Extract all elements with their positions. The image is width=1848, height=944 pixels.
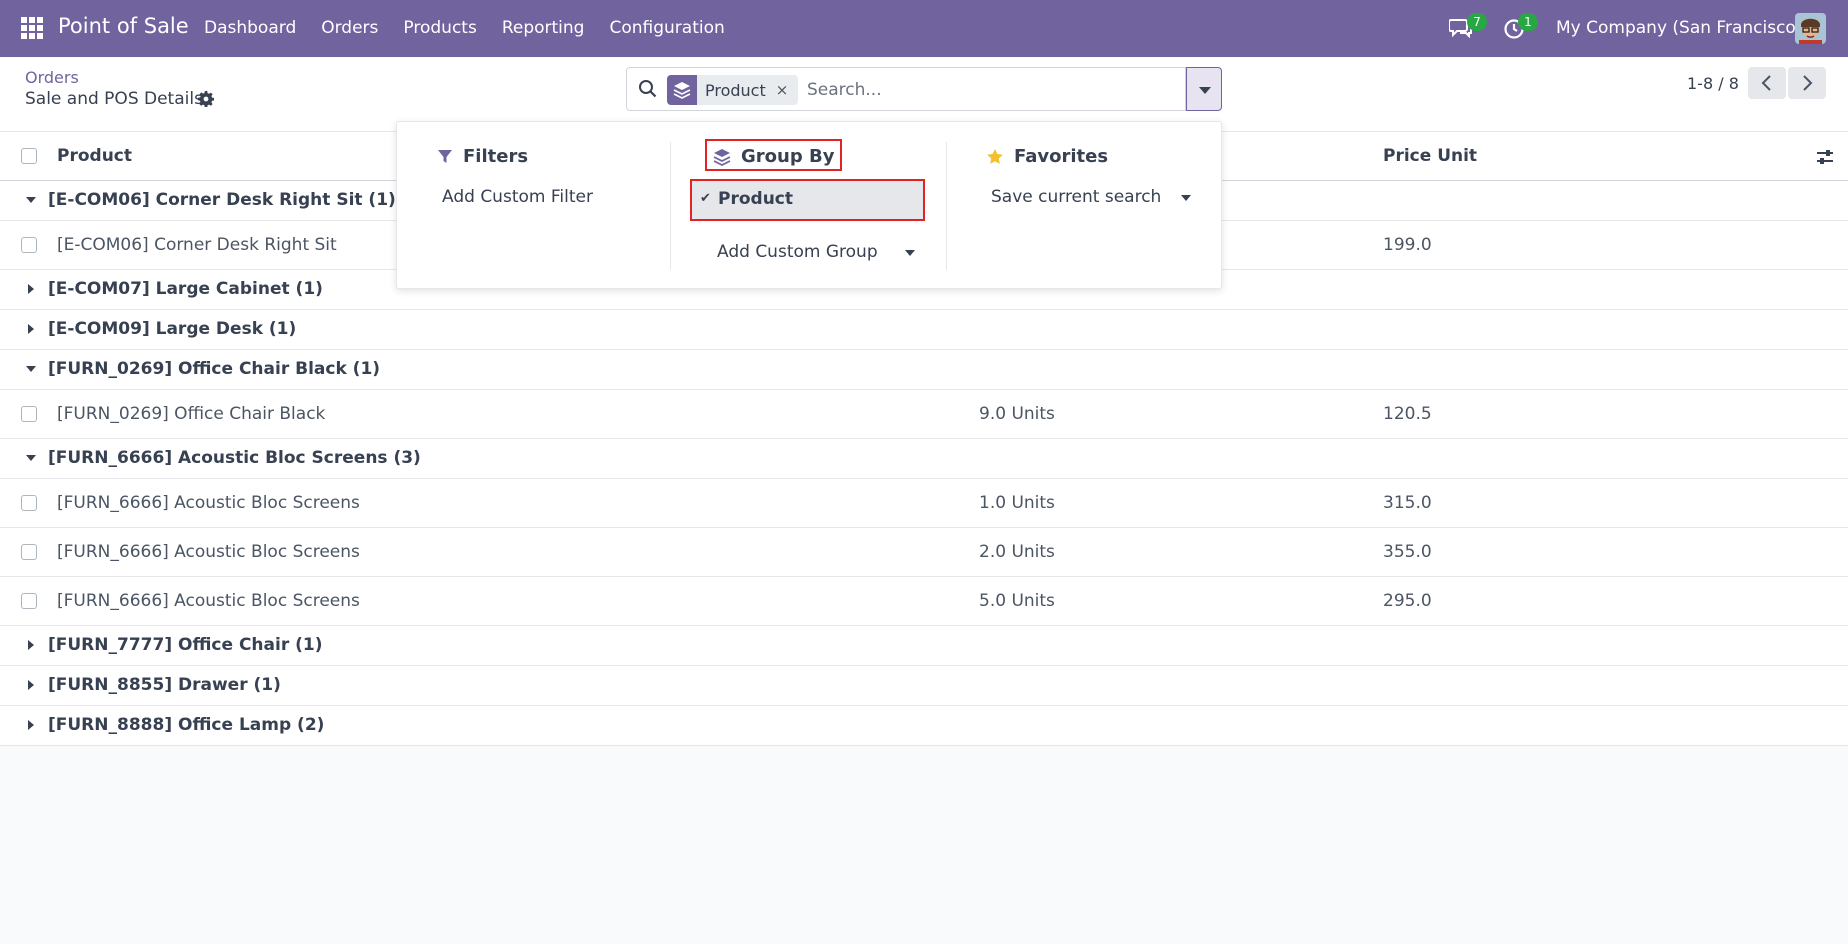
search-input[interactable] (807, 76, 1167, 104)
row-checkbox[interactable] (21, 593, 37, 609)
column-divider (946, 142, 947, 270)
app-title[interactable]: Point of Sale (58, 14, 189, 38)
menu-configuration[interactable]: Configuration (609, 18, 724, 38)
add-custom-filter[interactable]: Add Custom Filter (442, 187, 593, 207)
caret-down-icon (26, 455, 36, 461)
pager-value[interactable]: 1-8 / 8 (1687, 74, 1739, 93)
search-facet-groupby: Product × (667, 75, 799, 105)
group-label: [FURN_7777] Office Chair (1) (48, 635, 323, 655)
cell-product: [E-COM06] Corner Desk Right Sit (57, 235, 337, 255)
gear-icon[interactable] (198, 91, 215, 108)
cell-price-unit: 295.0 (1383, 591, 1432, 611)
facet-value: Product (705, 80, 766, 100)
facet-remove-icon[interactable]: × (776, 81, 799, 99)
group-row[interactable]: [FURN_6666] Acoustic Bloc Screens (3) (0, 439, 1848, 479)
pager-next-button[interactable] (1788, 67, 1826, 99)
caret-right-icon (28, 640, 34, 650)
app-grid-icon[interactable] (21, 17, 43, 39)
cell-quantity: 1.0 Units (979, 493, 1055, 513)
group-by-heading: Group By (713, 146, 834, 167)
table-row[interactable]: [FURN_6666] Acoustic Bloc Screens 1.0 Un… (0, 479, 1848, 528)
caret-right-icon (28, 720, 34, 730)
cell-quantity: 2.0 Units (979, 542, 1055, 562)
layers-icon (667, 75, 697, 105)
cell-price-unit: 355.0 (1383, 542, 1432, 562)
pager-previous-button[interactable] (1748, 67, 1786, 99)
star-icon (987, 148, 1003, 164)
caret-down-icon (26, 366, 36, 372)
favorites-heading: Favorites (986, 146, 1108, 167)
search-bar: Product × (626, 67, 1186, 111)
cell-product: [FURN_6666] Acoustic Bloc Screens (57, 493, 360, 513)
chevron-down-icon[interactable] (905, 250, 915, 256)
table-row[interactable]: [FURN_0269] Office Chair Black 9.0 Units… (0, 390, 1848, 439)
caret-right-icon (28, 680, 34, 690)
search-options-dropdown: Filters Add Custom Filter Group By ✔ Pro… (396, 121, 1222, 289)
table-row[interactable]: [FURN_6666] Acoustic Bloc Screens 5.0 Un… (0, 577, 1848, 626)
groupby-option-label: Product (718, 189, 793, 209)
save-current-search[interactable]: Save current search (991, 187, 1161, 207)
search-icon[interactable] (638, 79, 658, 99)
cell-price-unit: 199.0 (1383, 235, 1432, 255)
layers-icon (713, 148, 731, 166)
favorites-heading-label: Favorites (1014, 146, 1109, 167)
group-row[interactable]: [FURN_0269] Office Chair Black (1) (0, 350, 1848, 390)
column-header-price-unit[interactable]: Price Unit (1383, 146, 1477, 166)
groupby-option-product[interactable]: ✔ Product (690, 179, 925, 221)
table-row[interactable]: [FURN_6666] Acoustic Bloc Screens 2.0 Un… (0, 528, 1848, 577)
cell-price-unit: 315.0 (1383, 493, 1432, 513)
group-label: [E-COM09] Large Desk (1) (48, 319, 297, 339)
group-by-heading-label: Group By (741, 146, 835, 167)
menu-reporting[interactable]: Reporting (502, 18, 585, 38)
filter-icon (438, 149, 452, 163)
breadcrumb-orders[interactable]: Orders (25, 68, 79, 87)
caret-right-icon (28, 324, 34, 334)
page-title: Sale and POS Details (25, 89, 203, 109)
group-label: [FURN_6666] Acoustic Bloc Screens (3) (48, 448, 421, 468)
group-label: [FURN_0269] Office Chair Black (1) (48, 359, 381, 379)
cell-product: [FURN_6666] Acoustic Bloc Screens (57, 542, 360, 562)
caret-right-icon (28, 284, 34, 294)
caret-down-icon (26, 197, 36, 203)
filters-heading: Filters (437, 146, 528, 167)
row-checkbox[interactable] (21, 495, 37, 511)
column-divider (670, 142, 671, 270)
filters-heading-label: Filters (463, 146, 529, 167)
activities-badge: 1 (1518, 13, 1538, 31)
search-options-toggle[interactable] (1186, 67, 1222, 111)
check-icon: ✔ (700, 191, 711, 206)
column-header-product[interactable]: Product (57, 146, 132, 166)
optional-columns-icon[interactable] (1815, 147, 1835, 167)
group-label: [FURN_8888] Office Lamp (2) (48, 715, 325, 735)
group-label: [FURN_8855] Drawer (1) (48, 675, 281, 695)
chevron-down-icon[interactable] (1181, 195, 1191, 201)
add-custom-group-select[interactable]: Add Custom Group (717, 242, 878, 262)
row-checkbox[interactable] (21, 406, 37, 422)
company-switcher[interactable]: My Company (San Francisco) (1556, 18, 1802, 38)
row-checkbox[interactable] (21, 544, 37, 560)
menu-products[interactable]: Products (403, 18, 476, 38)
row-checkbox[interactable] (21, 237, 37, 253)
cell-product: [FURN_6666] Acoustic Bloc Screens (57, 591, 360, 611)
group-row[interactable]: [FURN_8855] Drawer (1) (0, 666, 1848, 706)
cell-quantity: 9.0 Units (979, 404, 1055, 424)
cell-product: [FURN_0269] Office Chair Black (57, 404, 326, 424)
messages-badge: 7 (1467, 13, 1487, 31)
group-row[interactable]: [FURN_8888] Office Lamp (2) (0, 706, 1848, 746)
main-menu: Dashboard Orders Products Reporting Conf… (204, 18, 750, 38)
top-navbar: Point of Sale Dashboard Orders Products … (0, 0, 1848, 57)
group-row[interactable]: [E-COM09] Large Desk (1) (0, 310, 1848, 350)
cell-price-unit: 120.5 (1383, 404, 1432, 424)
group-row[interactable]: [FURN_7777] Office Chair (1) (0, 626, 1848, 666)
group-label: [E-COM06] Corner Desk Right Sit (1) (48, 190, 396, 210)
menu-dashboard[interactable]: Dashboard (204, 18, 296, 38)
group-label: [E-COM07] Large Cabinet (1) (48, 279, 323, 299)
cell-quantity: 5.0 Units (979, 591, 1055, 611)
select-all-checkbox[interactable] (21, 148, 37, 164)
user-avatar[interactable] (1795, 13, 1826, 44)
menu-orders[interactable]: Orders (321, 18, 378, 38)
